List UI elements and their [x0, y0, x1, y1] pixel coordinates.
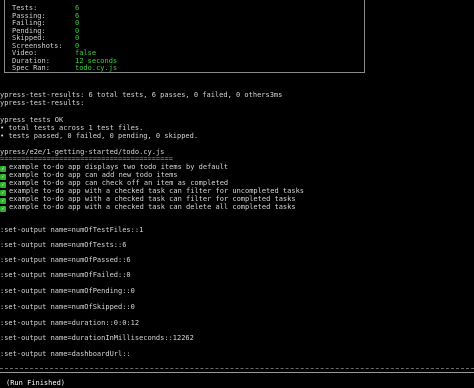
set-output-line: :set-output name=numOfTestFiles::1: [0, 226, 144, 234]
separator-line: [0, 372, 474, 373]
set-output-line: :set-output name=numOfPassed::6: [0, 256, 131, 264]
run-finished-label: (Run Finished): [6, 379, 66, 387]
set-output-line: :set-output name=numOfTests::6: [0, 241, 127, 249]
set-output-line: :set-output name=duration::0:0:12: [0, 319, 140, 327]
set-output-line: :set-output name=durationInMilliseconds:…: [0, 334, 194, 342]
tests-ok-detail-2: • tests passed, 0 failed, 0 pending, 0 s…: [0, 132, 199, 140]
set-output-line: :set-output name=numOfSkipped::0: [0, 303, 135, 311]
run-summary-table: Tests: 6 Passing: 6 Failing: 0 Pending: 0 Sk…: [4, 0, 365, 73]
set-output-line: :set-output name=numOfFailed::0: [0, 271, 131, 279]
test-item: ✓ example to-do app with a checked task c…: [0, 203, 296, 212]
set-output-line: :set-output name=dashboardUrl::: [0, 350, 131, 358]
results-header-line: ypress-test-results:: [0, 99, 85, 107]
check-icon: ✓: [0, 206, 6, 212]
summary-row-spec-ran: Spec Ran: todo.cy.js: [12, 64, 118, 72]
set-output-line: :set-output name=numOfPending::0: [0, 287, 135, 295]
separator-dashed: [0, 368, 474, 369]
